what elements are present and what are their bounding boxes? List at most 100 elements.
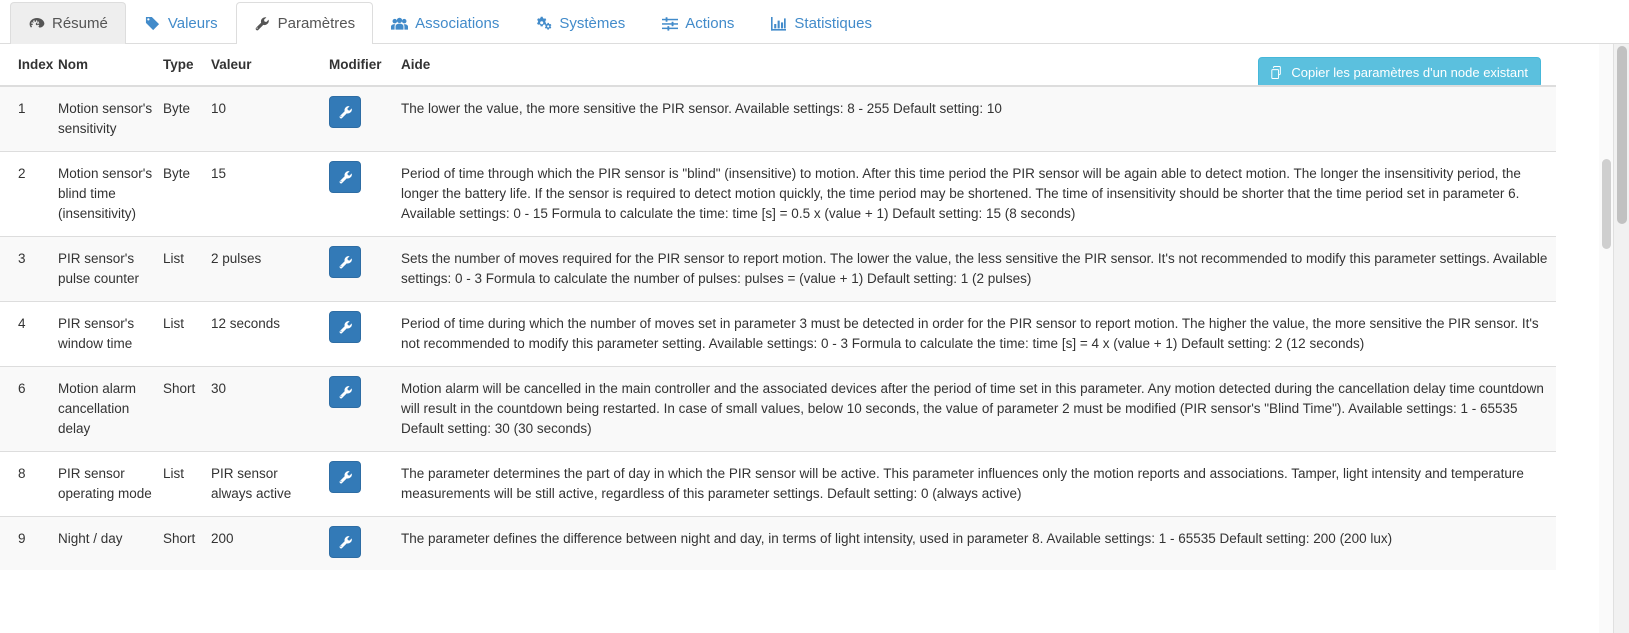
table-row: 4 PIR sensor's window time List 12 seconds P… xyxy=(0,301,1556,367)
cell-type: Byte xyxy=(163,85,211,152)
column-header-valeur[interactable]: Valeur xyxy=(211,44,329,87)
cell-nom: Motion alarm cancellation delay xyxy=(58,366,163,452)
cell-nom: PIR sensor's window time xyxy=(58,301,163,367)
edit-parameter-button[interactable] xyxy=(329,311,361,343)
cell-aide: Sets the number of moves required for th… xyxy=(401,236,1556,302)
table-row: 3 PIR sensor's pulse counter List 2 pulses S… xyxy=(0,236,1556,302)
cell-index: 9 xyxy=(0,516,58,570)
edit-parameter-button[interactable] xyxy=(329,161,361,193)
tag-icon xyxy=(144,16,161,32)
inner-scrollbar-thumb[interactable] xyxy=(1602,159,1611,249)
cell-valeur: 200 xyxy=(211,516,329,570)
tab-valeurs[interactable]: Valeurs xyxy=(126,2,236,44)
inner-scrollbar[interactable] xyxy=(1599,44,1613,633)
wrench-icon xyxy=(338,470,353,485)
tab-parametres[interactable]: Paramètres xyxy=(235,2,374,44)
device-parameters-page: Résumé Valeurs Paramètres Associations S xyxy=(0,0,1629,633)
tab-label: Actions xyxy=(685,15,735,32)
tab-systemes[interactable]: Systèmes xyxy=(517,2,643,44)
cell-modifier xyxy=(329,301,401,367)
column-header-index[interactable]: Index xyxy=(0,44,58,87)
table-header-row: Index Nom Type Valeur Modifier Aide xyxy=(0,44,1556,87)
table-row: 1 Motion sensor's sensitivity Byte 10 The lo… xyxy=(0,85,1556,152)
cell-modifier xyxy=(329,236,401,302)
column-header-type[interactable]: Type xyxy=(163,44,211,87)
tab-bar: Résumé Valeurs Paramètres Associations S xyxy=(0,0,1629,44)
parameters-table: Index Nom Type Valeur Modifier Aide 1 Mot… xyxy=(0,44,1556,570)
sliders-icon xyxy=(661,16,678,32)
wrench-icon xyxy=(338,170,353,185)
table-row: 2 Motion sensor's blind time (insensitivi… xyxy=(0,151,1556,237)
cell-aide: Motion alarm will be cancelled in the ma… xyxy=(401,366,1556,452)
cell-nom: PIR sensor's pulse counter xyxy=(58,236,163,302)
bar-chart-icon xyxy=(770,16,787,32)
page-scrollbar[interactable] xyxy=(1613,44,1629,633)
parameters-table-container: Index Nom Type Valeur Modifier Aide 1 Mot… xyxy=(0,44,1629,633)
tab-label: Résumé xyxy=(52,15,108,32)
cell-valeur: 12 seconds xyxy=(211,301,329,367)
tab-label: Paramètres xyxy=(277,15,356,32)
wrench-icon xyxy=(338,385,353,400)
edit-parameter-button[interactable] xyxy=(329,461,361,493)
tab-associations[interactable]: Associations xyxy=(373,2,517,44)
page-scrollbar-thumb[interactable] xyxy=(1617,46,1627,224)
table-row: 9 Night / day Short 200 The parameter define… xyxy=(0,516,1556,570)
cell-valeur: 10 xyxy=(211,85,329,152)
cell-aide: The lower the value, the more sensitive … xyxy=(401,85,1556,152)
table-header: Index Nom Type Valeur Modifier Aide xyxy=(0,44,1556,87)
cell-index: 2 xyxy=(0,151,58,237)
cell-nom: Night / day xyxy=(58,516,163,570)
cell-modifier xyxy=(329,366,401,452)
cell-index: 3 xyxy=(0,236,58,302)
cell-nom: Motion sensor's sensitivity xyxy=(58,85,163,152)
cell-valeur: 2 pulses xyxy=(211,236,329,302)
cell-modifier xyxy=(329,151,401,237)
edit-parameter-button[interactable] xyxy=(329,376,361,408)
cell-valeur: 30 xyxy=(211,366,329,452)
cell-type: Short xyxy=(163,516,211,570)
column-header-nom[interactable]: Nom xyxy=(58,44,163,87)
cell-aide: Period of time through which the PIR sen… xyxy=(401,151,1556,237)
cell-modifier xyxy=(329,85,401,152)
wrench-icon xyxy=(254,16,271,32)
cell-aide: The parameter defines the difference bet… xyxy=(401,516,1556,570)
cell-valeur: 15 xyxy=(211,151,329,237)
wrench-icon xyxy=(338,105,353,120)
dashboard-icon xyxy=(28,16,45,32)
cell-aide: The parameter determines the part of day… xyxy=(401,451,1556,517)
tab-resume[interactable]: Résumé xyxy=(10,2,126,44)
cell-modifier xyxy=(329,516,401,570)
wrench-icon xyxy=(338,320,353,335)
cell-nom: Motion sensor's blind time (insensitivit… xyxy=(58,151,163,237)
wrench-icon xyxy=(338,535,353,550)
tab-label: Associations xyxy=(415,15,500,32)
cell-nom: PIR sensor operating mode xyxy=(58,451,163,517)
cell-index: 6 xyxy=(0,366,58,452)
edit-parameter-button[interactable] xyxy=(329,246,361,278)
column-header-modifier[interactable]: Modifier xyxy=(329,44,401,87)
tab-statistiques[interactable]: Statistiques xyxy=(752,2,890,44)
cell-type: Byte xyxy=(163,151,211,237)
tab-label: Statistiques xyxy=(794,15,872,32)
cell-type: List xyxy=(163,301,211,367)
cell-type: Short xyxy=(163,366,211,452)
cell-modifier xyxy=(329,451,401,517)
cell-index: 4 xyxy=(0,301,58,367)
cell-type: List xyxy=(163,451,211,517)
tab-actions[interactable]: Actions xyxy=(643,2,752,44)
wrench-icon xyxy=(338,255,353,270)
table-row: 8 PIR sensor operating mode List PIR sensor… xyxy=(0,451,1556,517)
table-row: 6 Motion alarm cancellation delay Short 30 M… xyxy=(0,366,1556,452)
tab-label: Valeurs xyxy=(167,15,218,32)
cell-type: List xyxy=(163,236,211,302)
cell-index: 8 xyxy=(0,451,58,517)
users-icon xyxy=(391,16,409,32)
table-body: 1 Motion sensor's sensitivity Byte 10 The lo… xyxy=(0,85,1556,570)
edit-parameter-button[interactable] xyxy=(329,526,361,558)
cell-index: 1 xyxy=(0,85,58,152)
column-header-aide[interactable]: Aide xyxy=(401,44,1556,87)
cell-valeur: PIR sensor always active xyxy=(211,451,329,517)
edit-parameter-button[interactable] xyxy=(329,96,361,128)
tab-label: Systèmes xyxy=(559,15,626,32)
cell-aide: Period of time during which the number o… xyxy=(401,301,1556,367)
